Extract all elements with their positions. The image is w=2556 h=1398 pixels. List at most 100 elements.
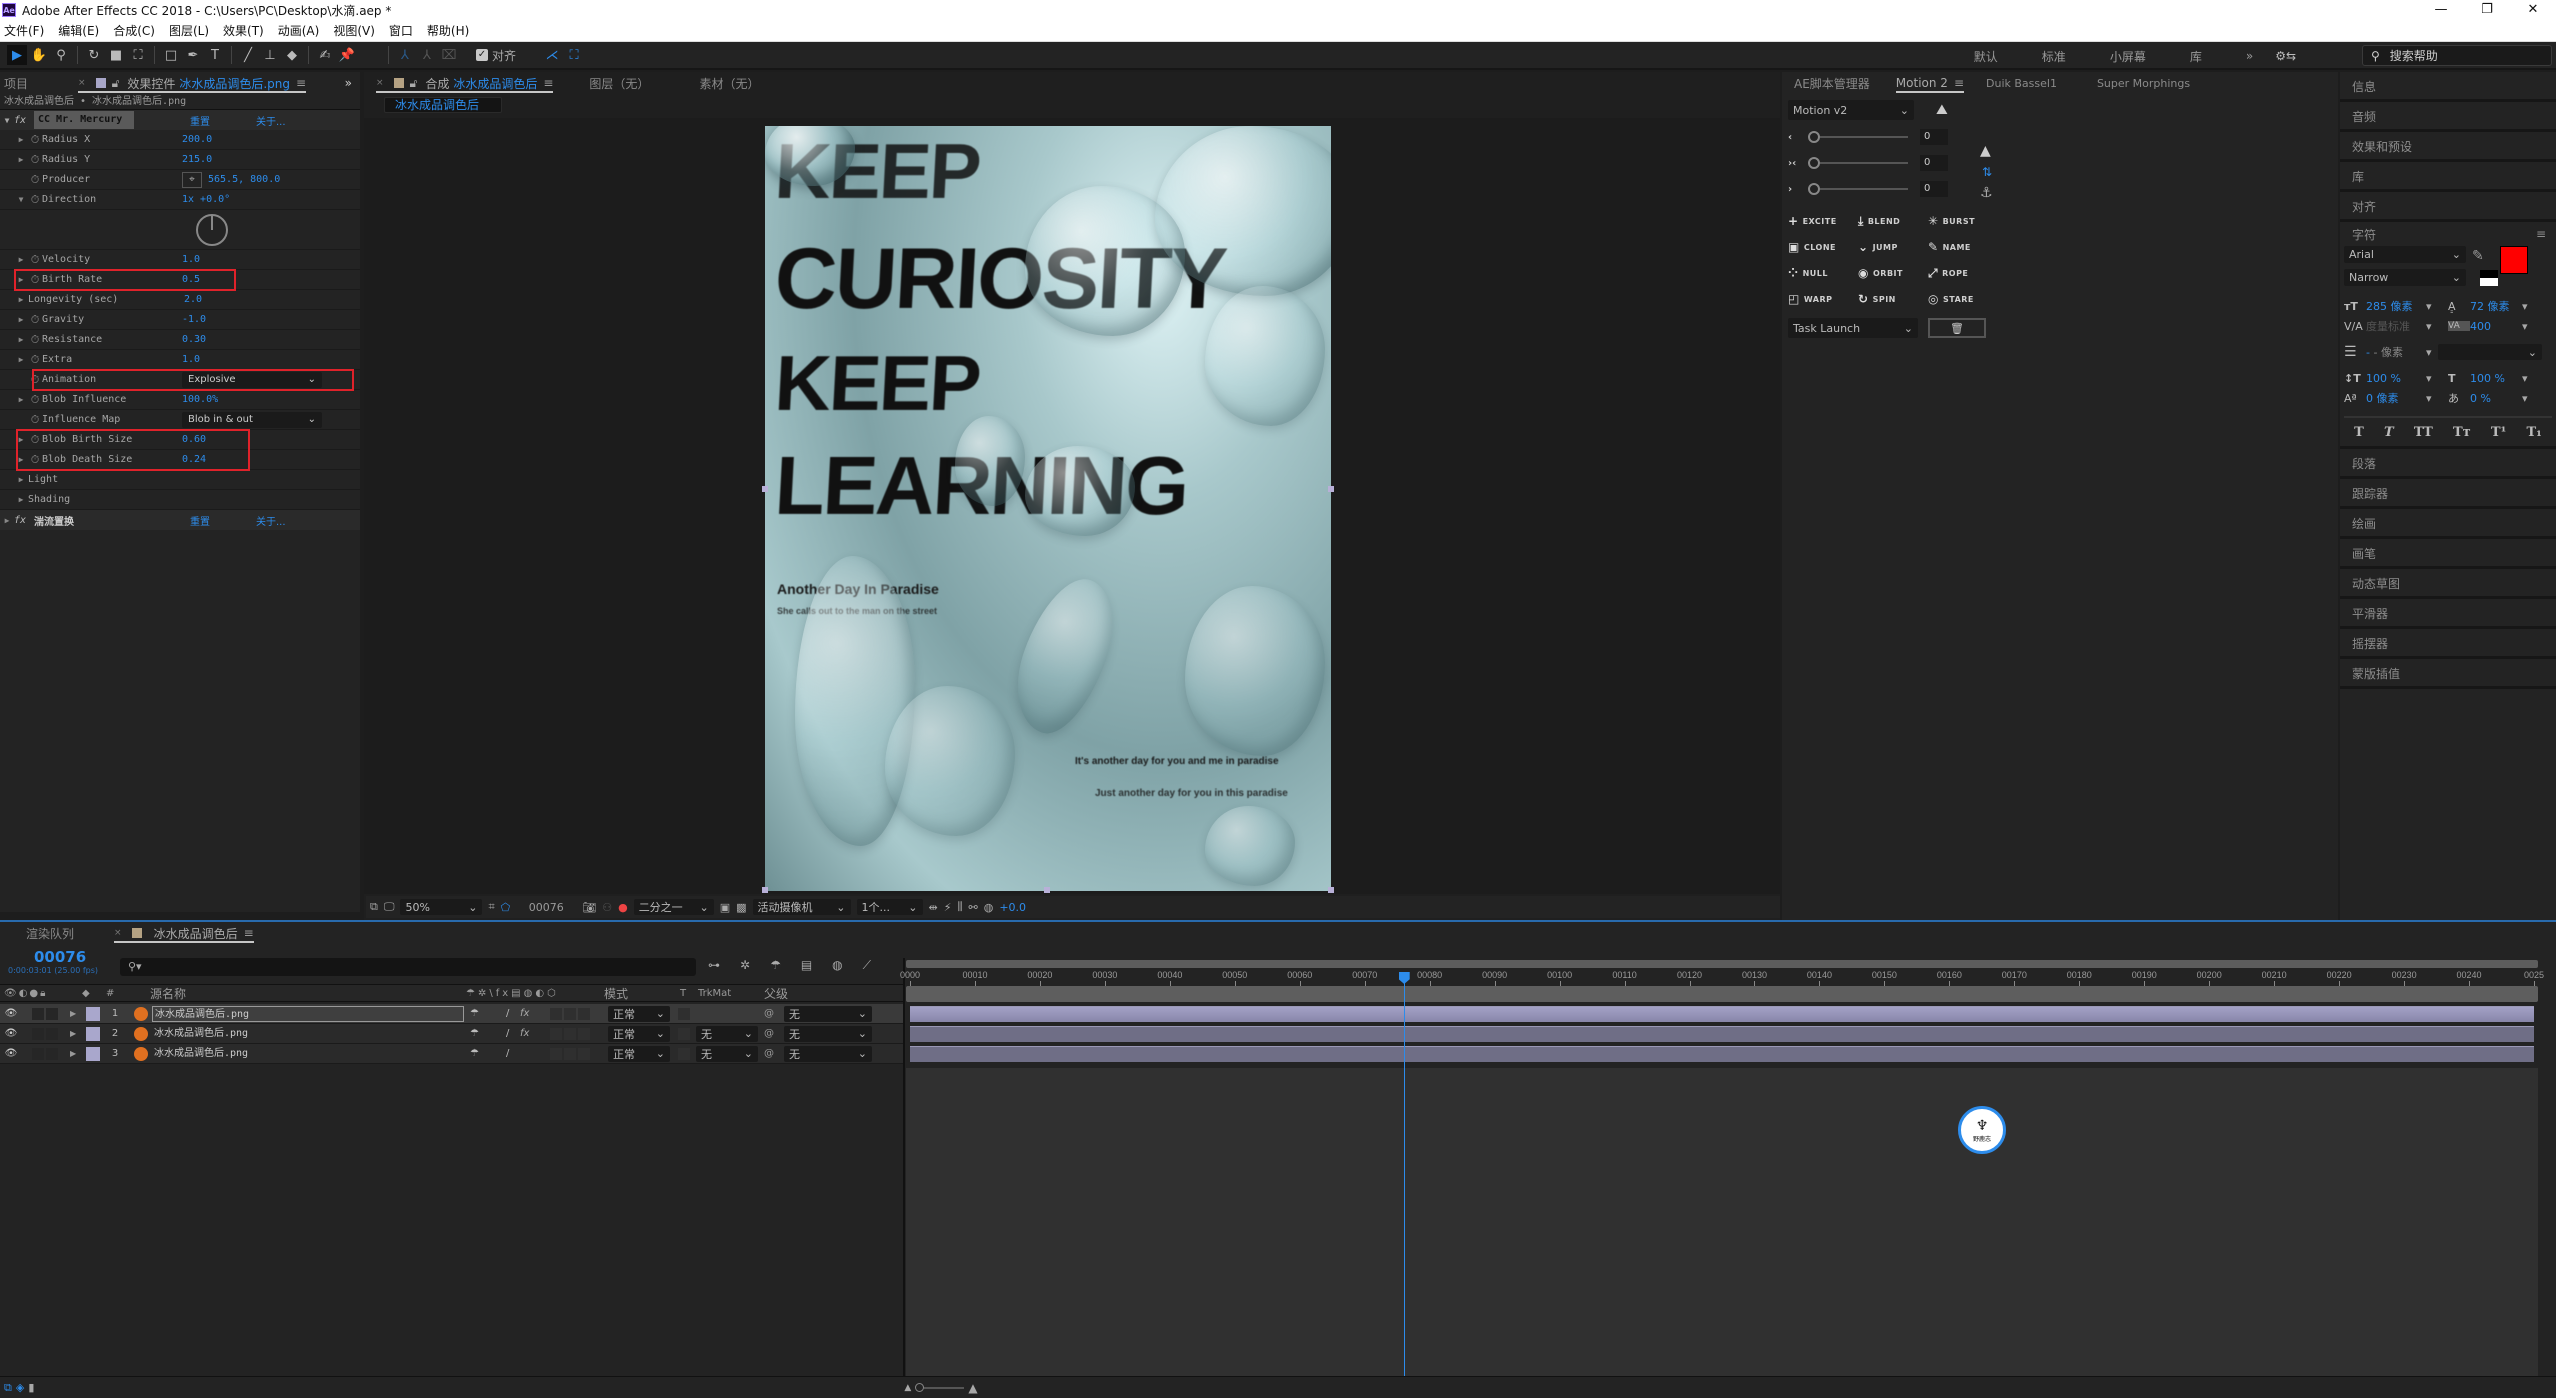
region-of-interest-icon[interactable]: ▣ (720, 901, 730, 914)
world-axis-icon[interactable]: ⅄ (417, 45, 437, 65)
effect-switch-icon[interactable]: fx (520, 1028, 542, 1039)
effect-header-mr-mercury[interactable]: ▼ fx CC Mr. Mercury 重置 关于... (0, 110, 360, 130)
motion-button-jump[interactable]: ⌄ JUMP (1858, 234, 1928, 260)
tab-footage[interactable]: 素材（无） (699, 72, 759, 94)
views-dropdown[interactable]: 1个... ⌄ (856, 899, 923, 915)
monitor-icon[interactable]: 🖵︎ (384, 900, 395, 914)
workspace-standard[interactable]: 标准 (2042, 48, 2066, 65)
tab-duik-bassel[interactable]: Duik Bassel1 (1986, 72, 2057, 94)
twirl-closed-icon[interactable]: ▶ (14, 335, 28, 344)
puppet-pin-tool-icon[interactable]: 📌 (337, 45, 357, 65)
reset-button[interactable]: 重置 (190, 113, 210, 128)
panel-header-items_bottom-1[interactable]: 跟踪器 (2340, 479, 2556, 509)
motion-button-burst[interactable]: ✳ BURST (1928, 208, 1998, 234)
blend-mode-dropdown[interactable]: 正常 ⌄ (608, 1045, 670, 1062)
stopwatch-icon[interactable]: ⏱︎ (28, 193, 42, 207)
transform-handle[interactable] (762, 887, 768, 893)
slider-value-input[interactable]: 0 (1920, 129, 1948, 145)
layer-name[interactable]: 冰水成品调色后.png (152, 1046, 464, 1062)
subscript-button[interactable]: T₁ (2526, 425, 2541, 440)
layer-duration-bar[interactable] (910, 1026, 2534, 1042)
twirl-closed-icon[interactable]: ▶ (70, 1009, 84, 1018)
playhead[interactable] (1398, 972, 1410, 1376)
panel-menu-icon[interactable]: ≡ (1954, 76, 1964, 90)
slider-knob[interactable] (1808, 131, 1820, 143)
tab-render-queue[interactable]: 渲染队列 (26, 922, 74, 944)
parent-dropdown[interactable]: 无 ⌄ (784, 1045, 872, 1062)
twirl-open-icon[interactable]: ▼ (0, 116, 14, 125)
panel-header-items_top-0[interactable]: 信息 (2340, 72, 2556, 102)
panel-header-items_bottom-5[interactable]: 平滑器 (2340, 599, 2556, 629)
resolution-dropdown[interactable]: 二分之一 ⌄ (633, 899, 714, 915)
view-axis-icon[interactable]: ⌧ (439, 45, 459, 65)
motion-preset-dropdown[interactable]: Motion v2 ⌄ (1788, 100, 1914, 120)
workspace-libraries[interactable]: 库 (2190, 48, 2202, 65)
menu-animation[interactable]: 动画(A) (278, 22, 320, 39)
motion-button-orbit[interactable]: ◉ ORBIT (1858, 260, 1928, 286)
small-caps-button[interactable]: Tт (2453, 425, 2471, 440)
motion-button-excite[interactable]: + EXCITE (1788, 208, 1858, 234)
fx-icon[interactable]: fx (14, 515, 34, 526)
transform-handle[interactable] (1328, 486, 1334, 492)
frame-blending-icon[interactable]: ▤ (801, 958, 812, 973)
panel-menu-icon[interactable]: ≡ (296, 76, 306, 90)
solo-toggle[interactable] (32, 1047, 44, 1060)
fast-previews-icon[interactable]: ⚡ (944, 901, 952, 914)
tab-layer[interactable]: 图层（无） (589, 72, 649, 94)
layer-row[interactable]: 👁︎ ▶ 1 冰水成品调色后.png ☂ / fx 正常 ⌄ @ 无 ⌄ (0, 1004, 903, 1024)
effect-param-longevity-sec-[interactable]: ▶ Longevity (sec) 2.0 (0, 290, 360, 310)
solo-toggle[interactable] (32, 1007, 44, 1020)
panel-header-items_bottom-2[interactable]: 绘画 (2340, 509, 2556, 539)
toggle-in-out-icon[interactable]: ▮ (28, 1381, 34, 1394)
swap-vertical-icon[interactable]: ⇅ (1982, 165, 1992, 179)
preserve-transparency-toggle[interactable] (678, 1027, 690, 1040)
av-switches-header-icon[interactable]: 👁◐●🔒︎ (0, 988, 82, 999)
pan-behind-tool-icon[interactable]: ⛶ (128, 45, 148, 65)
parent-header[interactable]: 父级 (764, 985, 788, 1002)
faux-italic-button[interactable]: T (2384, 425, 2394, 440)
parent-dropdown[interactable]: 无 ⌄ (784, 1005, 872, 1022)
font-size-value[interactable]: 285 像素 (2366, 298, 2426, 314)
all-caps-button[interactable]: TT (2414, 425, 2433, 440)
layer-duration-bar[interactable] (910, 1006, 2534, 1022)
transform-handle[interactable] (1044, 887, 1050, 893)
solo-toggle[interactable] (32, 1027, 44, 1040)
effect-param-gravity[interactable]: ▶ ⏱︎ Gravity -1.0 (0, 310, 360, 330)
anchor-icon[interactable]: ⚓ (1980, 185, 1993, 201)
snap-features-icon[interactable]: ⛶ (564, 45, 584, 65)
shy-switch-icon[interactable]: ☂ (470, 1048, 492, 1059)
preserve-transparency-toggle[interactable] (678, 1007, 690, 1020)
clone-stamp-tool-icon[interactable]: ⊥ (260, 45, 280, 65)
mask-visibility-icon[interactable]: ⬠ (501, 901, 511, 914)
menu-edit[interactable]: 编辑(E) (58, 22, 99, 39)
layer-search-input[interactable]: ⚲▾ (120, 958, 696, 976)
close-tab-icon[interactable]: × (114, 928, 122, 938)
draft-3d-icon[interactable]: ✲ (740, 958, 750, 973)
work-area-range[interactable] (906, 986, 2538, 1002)
motion-button-spin[interactable]: ↻ SPIN (1858, 286, 1928, 312)
motion-blur-icon[interactable]: ◍ (832, 958, 842, 973)
superscript-button[interactable]: T¹ (2491, 425, 2506, 440)
stopwatch-icon[interactable]: ⏱︎ (28, 253, 42, 267)
always-preview-icon[interactable]: ⧉ (370, 900, 378, 914)
motion-button-name[interactable]: ✎ NAME (1928, 234, 1998, 260)
mode-header[interactable]: 模式 (604, 985, 680, 1002)
direction-dial[interactable] (196, 214, 228, 246)
lock-toggle[interactable] (46, 1027, 58, 1040)
param-dropdown[interactable]: Blob in & out ⌄ (182, 411, 322, 428)
channel-icon[interactable]: ● (618, 901, 628, 914)
stopwatch-icon[interactable]: ⏱︎ (28, 413, 42, 427)
help-search-input[interactable]: ⚲ 搜索帮助 (2362, 45, 2552, 66)
brush-tool-icon[interactable]: ╱ (238, 45, 258, 65)
menu-layer[interactable]: 图层(L) (169, 22, 209, 39)
quality-switch-icon[interactable]: / (506, 1028, 520, 1039)
timeline-zoom-slider[interactable] (915, 1383, 965, 1392)
pick-whip-icon[interactable]: @ (764, 1028, 780, 1039)
panel-menu-icon[interactable]: ≡ (2536, 227, 2546, 241)
twirl-closed-icon[interactable]: ▶ (14, 475, 28, 484)
layer-name[interactable]: 冰水成品调色后.png (152, 1005, 464, 1022)
effect-param-producer[interactable]: ⏱︎ Producer ⌖ 565.5, 800.0 (0, 170, 360, 190)
layer-duration-bar[interactable] (910, 1046, 2534, 1062)
twirl-closed-icon[interactable]: ▶ (14, 395, 28, 404)
panel-more-icon[interactable]: » (345, 76, 352, 90)
